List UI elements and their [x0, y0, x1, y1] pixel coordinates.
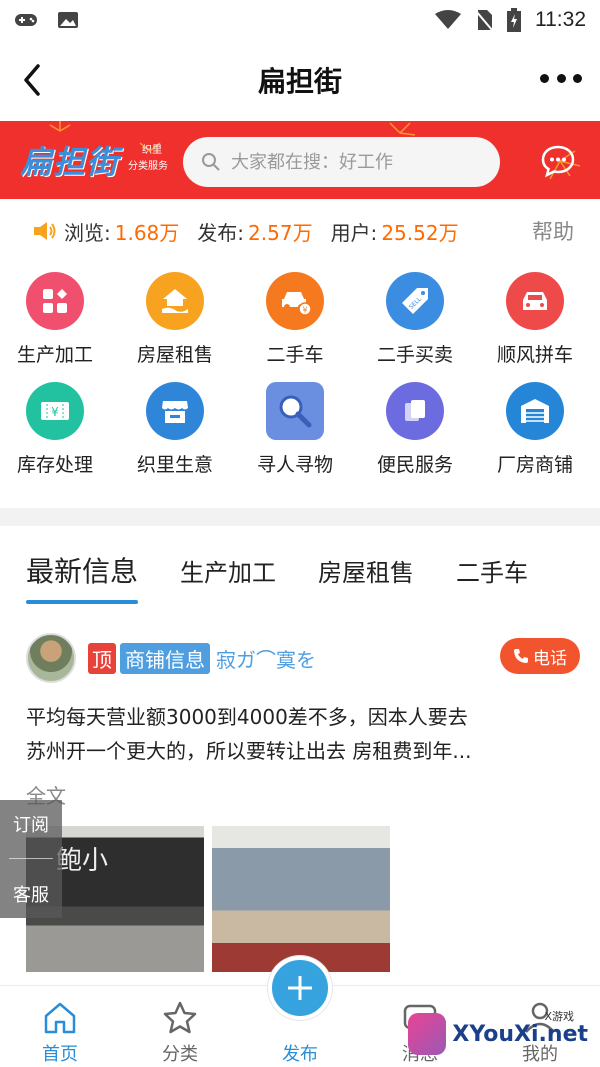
- tab-housing[interactable]: 房屋租售: [318, 553, 414, 588]
- home-icon: [44, 1002, 76, 1034]
- post-photos: 鲍小: [26, 826, 396, 972]
- separator: [9, 858, 53, 860]
- search-bar[interactable]: [183, 137, 500, 187]
- nav-home[interactable]: 首页: [0, 986, 120, 1067]
- car-yen-icon: ¥: [266, 272, 324, 330]
- category-carpool[interactable]: 顺风拼车: [480, 268, 600, 378]
- category-inventory[interactable]: ¥ 库存处理: [0, 378, 120, 488]
- category-convenience[interactable]: 便民服务: [360, 378, 480, 488]
- watermark: XYouXi.net X游戏: [408, 1006, 588, 1062]
- category-lost-found[interactable]: 寻人寻物: [240, 378, 360, 488]
- help-link[interactable]: 帮助: [532, 216, 574, 246]
- warehouse-icon: [506, 382, 564, 440]
- chat-bubble-icon[interactable]: [540, 143, 576, 179]
- post-body[interactable]: 平均每天营业额3000到4000差不多，因本人要去 苏州开一个更大的，所以要转让…: [26, 700, 580, 768]
- subscribe-button[interactable]: 订阅: [13, 811, 49, 837]
- category-factory-shop[interactable]: 厂房商铺: [480, 378, 600, 488]
- wifi-icon: [435, 10, 461, 29]
- section-divider: [0, 508, 600, 526]
- customer-service-button[interactable]: 客服: [13, 881, 49, 907]
- phone-icon: [514, 649, 528, 663]
- star-icon: [163, 1001, 197, 1034]
- feed-tabs: 最新信息 生产加工 房屋租售 二手车: [0, 530, 600, 610]
- publish-label: 发布: [282, 1044, 318, 1065]
- svg-text:¥: ¥: [51, 405, 59, 419]
- category-grid: 生产加工 房屋租售 ¥ 二手车 SELL 二手买卖 顺风拼车 ¥ 库存处理 织里: [0, 268, 600, 488]
- call-button[interactable]: 电话: [500, 638, 580, 674]
- tab-used-car[interactable]: 二手车: [456, 553, 528, 588]
- speaker-icon: [34, 222, 56, 240]
- search-input[interactable]: [231, 151, 481, 173]
- category-secondhand[interactable]: SELL 二手买卖: [360, 268, 480, 378]
- avatar[interactable]: [26, 633, 76, 683]
- category-housing[interactable]: 房屋租售: [120, 268, 240, 378]
- gamepad-icon: [15, 14, 37, 26]
- magnifier-icon: [266, 382, 324, 440]
- watermark-logo: [408, 1013, 447, 1055]
- red-banner: 扁担街 织里 分类服务: [0, 121, 600, 199]
- watermark-text: XYouXi.net: [452, 1021, 588, 1047]
- publish-button[interactable]: [268, 956, 332, 1020]
- category-badge: 商铺信息: [120, 642, 210, 674]
- tab-latest[interactable]: 最新信息: [26, 550, 139, 604]
- username[interactable]: 寂ガ⌒寞を: [216, 644, 316, 673]
- category-used-car[interactable]: ¥ 二手车: [240, 268, 360, 378]
- title-bar: 扁担街: [0, 40, 600, 120]
- page-title: 扁担街: [257, 65, 342, 98]
- plus-icon: [288, 976, 312, 1000]
- post-photo[interactable]: [212, 826, 390, 972]
- status-bar: 11:32: [0, 0, 600, 40]
- top-badge: 顶: [88, 642, 116, 674]
- tab-production[interactable]: 生产加工: [180, 553, 276, 588]
- image-icon: [58, 12, 78, 28]
- category-production[interactable]: 生产加工: [0, 268, 120, 378]
- post-header: 顶 商铺信息 寂ガ⌒寞を 电话: [26, 632, 586, 684]
- house-hand-icon: [146, 272, 204, 330]
- svg-text:¥: ¥: [302, 306, 307, 315]
- banner-logo: 扁担街 织里 分类服务: [20, 143, 168, 181]
- stat-posts: 发布: 2.57万: [197, 220, 313, 245]
- shop-icon: [146, 382, 204, 440]
- search-icon: [202, 153, 220, 171]
- grid-plus-icon: [26, 272, 84, 330]
- category-zhili-business[interactable]: 织里生意: [120, 378, 240, 488]
- sell-tag-icon: SELL: [386, 272, 444, 330]
- no-sim-icon: [475, 10, 493, 31]
- floating-side-panel: 订阅 客服: [0, 800, 62, 918]
- stats-bar: 浏览: 1.68万 发布: 2.57万 用户: 25.52万 帮助: [0, 200, 600, 262]
- watermark-small-text: X游戏: [544, 1010, 574, 1023]
- car-front-icon: [506, 272, 564, 330]
- status-time: 11:32: [535, 8, 586, 31]
- cards-icon: [386, 382, 444, 440]
- back-arrow-icon[interactable]: [18, 62, 48, 98]
- yen-ticket-icon: ¥: [26, 382, 84, 440]
- battery-charging-icon: [507, 8, 521, 32]
- nav-category[interactable]: 分类: [120, 986, 240, 1067]
- more-menu-icon[interactable]: [540, 74, 582, 86]
- stat-views: 浏览: 1.68万: [64, 220, 180, 245]
- stat-users: 用户: 25.52万: [330, 220, 459, 245]
